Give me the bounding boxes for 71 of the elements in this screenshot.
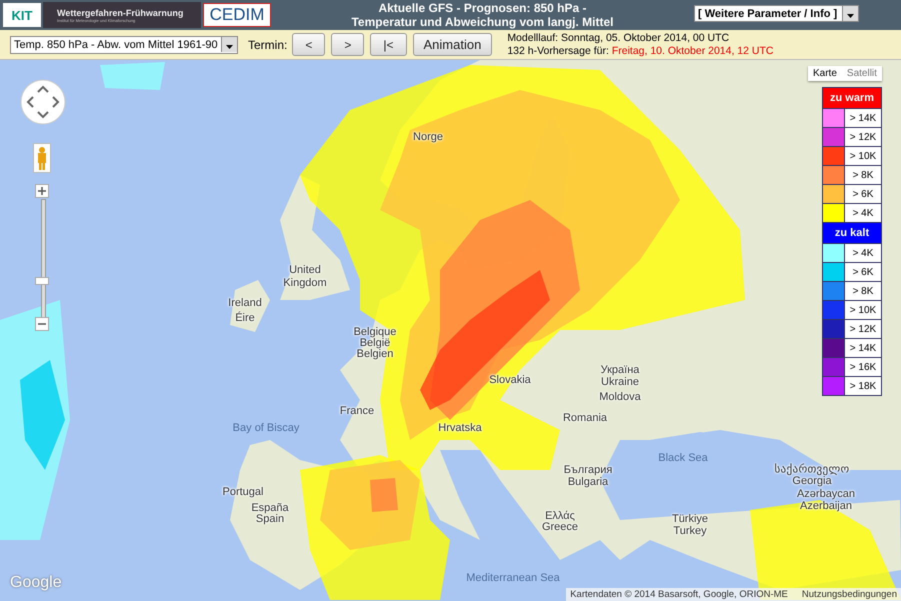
legend-label: > 6K [845,263,881,281]
forecast-label: 132 h-Vorhersage für: [507,44,609,56]
place-label: Éire [235,312,255,324]
step-button[interactable]: > [331,33,364,56]
animation-button[interactable]: Animation [412,33,492,56]
legend-label: > 4K [845,204,881,222]
field-dropdown[interactable]: Temp. 850 hPa - Abw. vom Mittel 1961-90 [10,36,238,54]
sea-label: Black Sea [658,452,708,464]
place-label: Spain [256,513,284,525]
forecast-time: Freitag, 10. Oktober 2014, 12 UTC [612,44,774,56]
sea-label: Mediterranean Sea [466,572,560,584]
legend-label: > 8K [845,166,881,184]
place-label: France [340,405,374,417]
kit-logo: KIT [3,3,41,27]
legend-heading: zu warm [823,88,881,108]
place-label: Hrvatska [438,422,482,434]
caret-icon [226,45,233,49]
plus-icon [38,187,46,195]
legend-label: > 10K [845,301,881,319]
legend-label: > 12K [845,320,881,338]
place-label: Türkiye [672,513,708,525]
place-label: Ukraine [601,376,639,388]
place-label: Kingdom [283,277,327,289]
zoom-in-button[interactable] [35,184,49,198]
place-label: Україна [600,364,640,376]
zoom-slider-handle[interactable] [35,277,49,285]
place-label: Norge [413,131,443,143]
legend-heading: zu kalt [823,223,881,243]
legend-label: > 8K [845,282,881,300]
map-type-tab[interactable]: Satellit [842,66,882,81]
cold-anomaly-patch [100,62,165,90]
place-label: Portugal [222,486,264,498]
pan-control-icon[interactable] [20,79,66,125]
legend-label: > 10K [845,147,881,165]
termin-label: Termin: [248,38,288,52]
place-label: United [289,264,321,276]
place-label: Azərbaycan [796,488,856,500]
cedim-logo: CEDIM [203,3,271,27]
legend-label: > 14K [845,339,881,357]
attribution-text: Kartendaten © 2014 Basarsoft, Google, ORION-ME [570,589,788,600]
place-label: Georgia [792,475,832,487]
legend-label: > 16K [845,358,881,376]
google-logo: Google [10,574,62,592]
legend-label: > 18K [845,377,881,395]
step-button[interactable]: < [292,33,326,56]
legend-label: > 12K [845,128,881,146]
place-label: Romania [562,412,608,424]
page-title: Aktuelle GFS - Prognosen: 850 hPa - [378,1,587,15]
place-label: საქართველო [774,462,850,476]
legend-label: > 4K [845,244,881,262]
place-label: Turkey [673,525,707,537]
legend-label: > 6K [845,185,881,203]
step-button[interactable]: |< [370,33,406,56]
zoom-out-button[interactable] [35,317,49,331]
banner-title: Wettergefahren-Frühwarnung [57,8,184,18]
sea-label: Bay of Biscay [232,422,300,434]
place-label: Ελλάς [545,510,575,522]
model-run-text: Modelllauf: Sonntag, 05. Oktober 2014, 00 UTC [507,32,730,44]
place-label: Bulgaria [568,476,608,488]
parameter-dropdown[interactable]: [ Weitere Parameter / Info ] [694,5,859,22]
place-label: Greece [542,521,578,533]
place-label: España [251,502,289,514]
map-type-tab[interactable]: Karte [808,66,842,81]
terms-link[interactable]: Nutzungsbedingungen [802,589,897,600]
page-title: Temperatur und Abweichung vom langj. Mittel [351,15,614,29]
caret-icon [847,14,854,18]
minus-icon [38,323,46,325]
place-label: Ireland [228,297,262,309]
place-label: Moldova [599,391,641,403]
legend-label: > 14K [845,109,881,127]
place-label: България [564,464,612,476]
